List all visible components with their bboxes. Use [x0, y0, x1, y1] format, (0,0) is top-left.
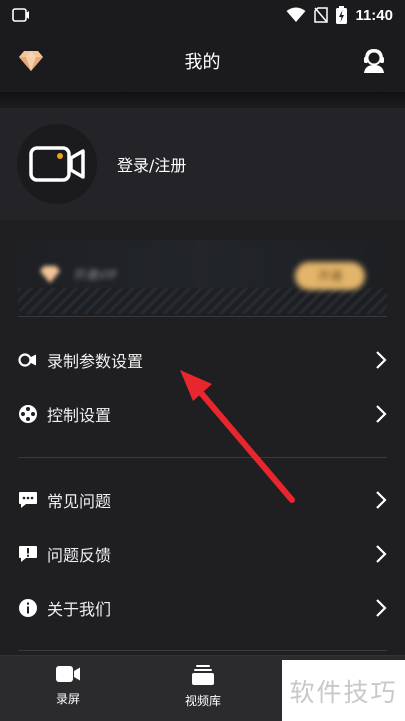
video-library-icon	[192, 665, 214, 685]
menu-item-feedback[interactable]: 问题反馈	[0, 528, 405, 580]
profile-section[interactable]: 登录/注册	[0, 108, 405, 220]
settings-card: 开通VIP 开通 录制参数设置 控制设置 常见问题 问题反馈 关于我们	[0, 220, 405, 655]
menu-item-about[interactable]: 关于我们	[0, 582, 405, 634]
login-register-link[interactable]: 登录/注册	[117, 152, 186, 176]
status-bar: 11:40	[0, 0, 405, 30]
chevron-right-icon	[376, 491, 387, 509]
video-camera-icon	[29, 146, 85, 182]
screen-cast-icon	[12, 8, 29, 22]
no-sim-icon	[314, 7, 329, 23]
menu-item-faq[interactable]: 常见问题	[0, 474, 405, 526]
chevron-right-icon	[376, 545, 387, 563]
vip-diamond-icon	[40, 266, 60, 283]
diamond-icon[interactable]	[18, 49, 44, 73]
menu-item-label: 关于我们	[47, 600, 112, 619]
menu-item-label: 问题反馈	[47, 546, 112, 565]
header-shadow	[0, 92, 405, 106]
video-camera-icon	[56, 666, 80, 682]
vip-open-button[interactable]: 开通	[295, 262, 365, 290]
menu-item-label: 常见问题	[47, 492, 112, 511]
menu-item-label: 控制设置	[47, 406, 112, 425]
chat-icon	[19, 492, 37, 508]
control-icon	[19, 405, 37, 423]
divider	[18, 457, 387, 458]
feedback-icon	[19, 546, 37, 562]
record-settings-icon	[18, 353, 36, 367]
divider	[18, 650, 387, 651]
battery-charging-icon	[336, 6, 348, 24]
banner-pattern	[18, 288, 387, 314]
customer-service-icon[interactable]	[361, 48, 387, 74]
vip-label: 开通VIP	[74, 268, 117, 282]
chevron-right-icon	[376, 351, 387, 369]
nav-label: 视频库	[184, 694, 221, 708]
info-icon	[19, 599, 37, 617]
divider	[18, 316, 387, 317]
watermark-text: 软件技巧	[289, 677, 398, 707]
status-time: 11:40	[355, 6, 393, 24]
nav-record[interactable]: 录屏	[33, 664, 103, 707]
menu-item-label: 录制参数设置	[47, 352, 144, 371]
chevron-right-icon	[376, 405, 387, 423]
top-bar: 我的	[0, 30, 405, 92]
nav-video-library[interactable]: 视频库	[168, 664, 238, 709]
chevron-right-icon	[376, 599, 387, 617]
menu-item-record-settings[interactable]: 录制参数设置	[0, 334, 405, 386]
watermark: 软件技巧	[282, 660, 405, 721]
wifi-icon	[286, 7, 306, 22]
page-title: 我的	[184, 52, 221, 73]
vip-banner[interactable]: 开通VIP 开通	[18, 240, 387, 314]
menu-item-control-settings[interactable]: 控制设置	[0, 388, 405, 440]
avatar[interactable]	[17, 124, 97, 204]
nav-label: 录屏	[55, 692, 80, 706]
